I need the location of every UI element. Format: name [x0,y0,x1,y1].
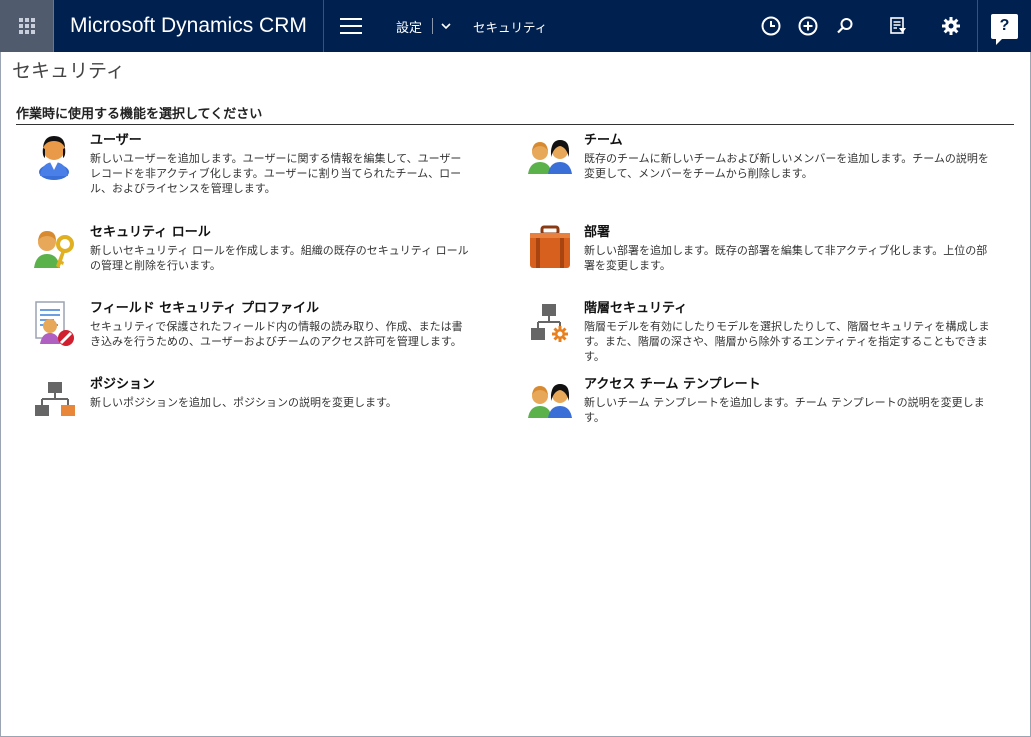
hamburger-icon[interactable] [324,0,378,52]
top-nav-bar: Microsoft Dynamics CRM 設定 セキュリティ ? [0,0,1031,52]
item-description: 新しいセキュリティ ロールを作成します。組織の既存のセキュリティ ロールの管理と… [90,244,469,272]
brand-title[interactable]: Microsoft Dynamics CRM [54,0,324,52]
item-title[interactable]: 部署 [584,224,996,241]
field-security-icon [32,300,82,350]
item-description: セキュリティで保護されたフィールド内の情報の読み取り、作成、または書き込みを行う… [90,320,463,348]
hierarchy-security-icon [526,300,576,350]
position-icon [32,376,82,426]
help-icon[interactable]: ? [977,0,1031,52]
item-title[interactable]: アクセス チーム テンプレート [584,376,996,393]
settings-item-security-roles[interactable]: セキュリティ ロール 新しいセキュリティ ロールを作成します。組織の既存のセキュ… [32,224,472,274]
settings-item-teams[interactable]: チーム 既存のチームに新しいチームおよび新しいメンバーを追加します。チームの説明… [526,132,996,182]
business-unit-icon [526,224,576,274]
item-description: 新しいユーザーを追加します。ユーザーに関する情報を編集して、ユーザー レコードを… [90,152,462,195]
chevron-down-icon[interactable] [433,22,457,30]
settings-item-hierarchy-security[interactable]: 階層セキュリティ 階層モデルを有効にしたりモデルを選択したりして、階層セキュリテ… [526,300,996,364]
area-settings-link[interactable]: 設定 [378,17,432,36]
settings-item-access-team-templates[interactable]: アクセス チーム テンプレート 新しいチーム テンプレートを追加します。チーム … [526,376,996,426]
item-title[interactable]: 階層セキュリティ [584,300,996,317]
security-role-icon [32,224,82,274]
item-description: 階層モデルを有効にしたりモデルを選択したりして、階層セキュリティを構成します。ま… [584,320,990,363]
access-team-template-icon [526,376,576,426]
section-heading: 作業時に使用する機能を選択してください [16,103,1014,125]
item-title[interactable]: ポジション [90,376,472,393]
create-icon[interactable] [789,0,826,52]
page-title: セキュリティ [12,60,125,82]
item-title[interactable]: セキュリティ ロール [90,224,472,241]
sub-area-security-link[interactable]: セキュリティ [457,17,547,36]
user-icon [32,132,82,182]
settings-item-positions[interactable]: ポジション 新しいポジションを追加し、ポジションの説明を変更します。 [32,376,472,426]
team-icon [526,132,576,182]
item-description: 新しいチーム テンプレートを追加します。チーム テンプレートの説明を変更します。 [584,396,985,424]
gear-icon[interactable] [932,0,969,52]
item-description: 新しいポジションを追加し、ポジションの説明を変更します。 [90,396,397,409]
settings-item-users[interactable]: ユーザー 新しいユーザーを追加します。ユーザーに関する情報を編集して、ユーザー … [32,132,472,196]
item-title[interactable]: フィールド セキュリティ プロファイル [90,300,472,317]
search-icon[interactable] [826,0,863,52]
item-description: 既存のチームに新しいチームおよび新しいメンバーを追加します。チームの説明を変更し… [584,152,989,180]
item-title[interactable]: ユーザー [90,132,472,149]
breadcrumb: 設定 セキュリティ [378,0,547,52]
settings-item-field-security-profiles[interactable]: フィールド セキュリティ プロファイル セキュリティで保護されたフィールド内の情… [32,300,472,350]
advanced-find-icon[interactable] [879,0,916,52]
recent-icon[interactable] [752,0,789,52]
item-description: 新しい部署を追加します。既存の部署を編集して非アクティブ化します。上位の部署を変… [584,244,988,272]
waffle-icon[interactable] [0,0,54,52]
settings-item-business-units[interactable]: 部署 新しい部署を追加します。既存の部署を編集して非アクティブ化します。上位の部… [526,224,996,274]
item-title[interactable]: チーム [584,132,996,149]
